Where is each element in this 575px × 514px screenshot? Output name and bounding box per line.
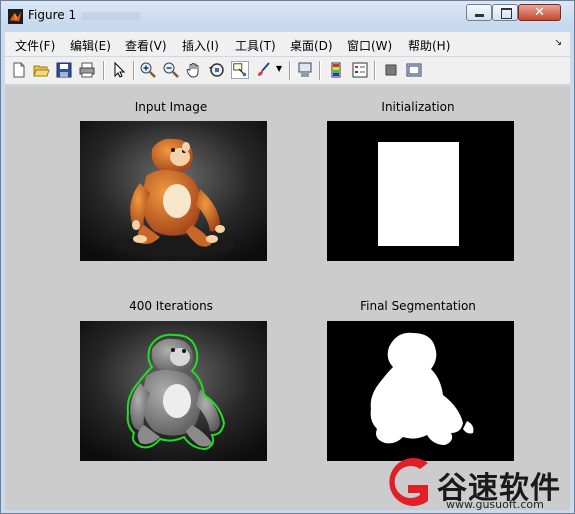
input-image [80, 121, 267, 261]
figure-toolbar: ▼ [5, 57, 570, 85]
window-title: Figure 1 [28, 8, 77, 22]
menu-desktop[interactable]: 桌面(D) [290, 37, 333, 54]
iterations-axes [80, 321, 267, 461]
menu-file[interactable]: 文件(F) [15, 37, 55, 54]
menu-window[interactable]: 窗口(W) [347, 37, 392, 54]
panel-title-iterations: 400 Iterations [129, 299, 213, 313]
save-icon[interactable] [55, 61, 73, 79]
maximize-button[interactable] [492, 4, 518, 21]
menu-overflow-icon[interactable]: ↘ [554, 38, 562, 48]
link-plot-icon[interactable] [296, 61, 314, 79]
menu-help[interactable]: 帮助(H) [408, 37, 450, 54]
toolbar-separator [374, 61, 376, 80]
input-image-axes [80, 121, 267, 261]
show-plot-tools-icon[interactable] [405, 61, 423, 79]
edit-plot-arrow-icon[interactable] [110, 61, 128, 79]
final-segmentation-mask [327, 321, 514, 461]
initialization-axes [327, 121, 514, 261]
gusuoft-logo-icon [389, 458, 428, 506]
title-bar[interactable]: Figure 1 ✕ [1, 1, 574, 31]
toolbar-separator [133, 61, 135, 80]
menu-insert[interactable]: 插入(I) [182, 37, 219, 54]
print-icon[interactable] [78, 61, 96, 79]
panel-title-input: Input Image [134, 100, 208, 114]
brush-dropdown-icon[interactable]: ▼ [276, 64, 282, 73]
minimize-icon [475, 14, 484, 17]
insert-colorbar-icon[interactable] [328, 61, 346, 79]
panel-title-initialization: Initialization [381, 100, 455, 114]
close-button[interactable]: ✕ [518, 4, 561, 21]
close-icon: ✕ [534, 5, 545, 20]
iterations-image [80, 321, 267, 461]
initialization-mask [327, 121, 514, 261]
maximize-icon [501, 8, 512, 19]
hide-plot-tools-icon[interactable] [382, 61, 400, 79]
minimize-button[interactable] [466, 4, 492, 21]
insert-legend-icon[interactable] [351, 61, 369, 79]
data-cursor-icon[interactable] [231, 61, 249, 79]
figure-window: Figure 1 ✕ 文件(F) 编辑(E) 查看(V) 插入(I) 工具(T)… [0, 0, 575, 514]
initial-rectangle-mask [378, 142, 459, 246]
rotate-3d-icon[interactable] [208, 61, 226, 79]
toolbar-separator [103, 61, 105, 80]
title-blur-decoration [81, 12, 141, 20]
toolbar-separator [289, 61, 291, 80]
panel-title-final: Final Segmentation [360, 299, 476, 313]
toolbar-separator [319, 61, 321, 80]
zoom-out-icon[interactable] [162, 61, 180, 79]
zoom-in-icon[interactable] [139, 61, 157, 79]
final-segmentation-axes [327, 321, 514, 461]
open-file-icon[interactable] [32, 61, 50, 79]
matlab-logo-icon [8, 9, 23, 24]
menu-bar: 文件(F) 编辑(E) 查看(V) 插入(I) 工具(T) 桌面(D) 窗口(W… [5, 32, 570, 56]
watermark-url: www.gusuoft.com [446, 498, 544, 511]
brush-icon[interactable] [255, 61, 273, 79]
pan-hand-icon[interactable] [185, 61, 203, 79]
figure-canvas: Input Image Initialization 400 Iteration… [5, 86, 570, 510]
menu-tools[interactable]: 工具(T) [235, 37, 276, 54]
menu-edit[interactable]: 编辑(E) [70, 37, 111, 54]
new-figure-icon[interactable] [10, 61, 28, 79]
menu-view[interactable]: 查看(V) [125, 37, 167, 54]
